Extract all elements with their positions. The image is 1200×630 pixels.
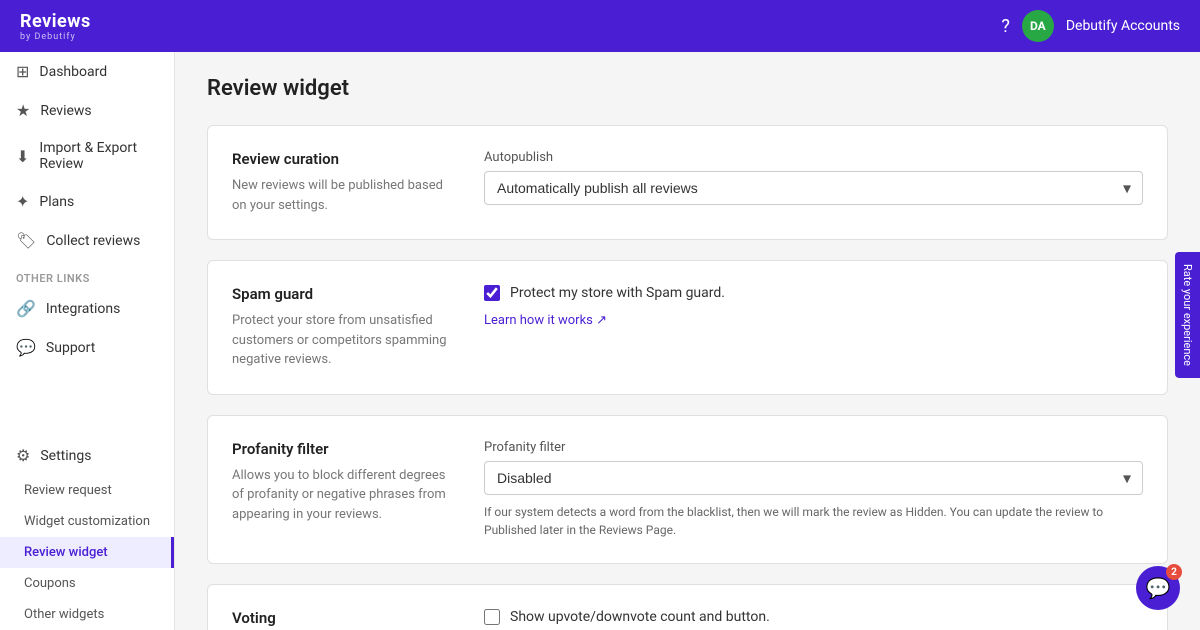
header: Reviews by Debutify ? DA Debutify Accoun… — [0, 0, 1200, 52]
section-voting: Voting Allows users to upvote and downvo… — [207, 584, 1168, 630]
upvote-downvote-checkbox[interactable] — [484, 609, 500, 625]
upvote-downvote-label: Show upvote/downvote count and button. — [510, 609, 770, 625]
section-desc: Allows you to block different degrees of… — [232, 466, 452, 525]
dashboard-icon: ⊞ — [16, 62, 29, 81]
sidebar-item-label: Collect reviews — [46, 233, 140, 249]
autopublish-select-wrap: Automatically publish all reviews Manual… — [484, 171, 1143, 205]
sidebar-item-label: Integrations — [46, 301, 120, 317]
sidebar-item-label: Settings — [40, 448, 91, 464]
sidebar-item-label: Support — [46, 340, 95, 356]
page-title: Review widget — [207, 76, 1168, 101]
account-name: Debutify Accounts — [1066, 18, 1180, 34]
header-right: ? DA Debutify Accounts — [1001, 10, 1180, 42]
logo-title: Reviews — [20, 11, 91, 32]
spam-guard-checkbox-row: Protect my store with Spam guard. — [484, 285, 1143, 301]
autopublish-label: Autopublish — [484, 150, 1143, 165]
chat-icon: 💬 — [1146, 576, 1171, 600]
sidebar-subitem-other-widgets[interactable]: Other widgets — [0, 599, 174, 630]
settings-icon: ⚙ — [16, 446, 30, 465]
avatar: DA — [1022, 10, 1054, 42]
sidebar-item-settings[interactable]: ⚙ Settings — [0, 436, 174, 475]
plans-icon: ✦ — [16, 192, 29, 211]
section-title: Voting — [232, 609, 452, 627]
sidebar-item-support[interactable]: 💬 Support — [0, 328, 174, 367]
sidebar-item-import-export[interactable]: ⬇ Import & Export Review — [0, 130, 174, 182]
sidebar: ⊞ Dashboard ★ Reviews ⬇ Import & Export … — [0, 52, 175, 630]
section-left: Profanity filter Allows you to block dif… — [232, 440, 452, 539]
sidebar-item-label: Dashboard — [39, 64, 107, 80]
sidebar-subitem-review-request[interactable]: Review request — [0, 475, 174, 506]
section-spam-guard: Spam guard Protect your store from unsat… — [207, 260, 1168, 395]
sidebar-item-dashboard[interactable]: ⊞ Dashboard — [0, 52, 174, 91]
section-right: Autopublish Automatically publish all re… — [484, 150, 1143, 215]
chat-badge: 2 — [1166, 564, 1182, 580]
other-links-label: OTHER LINKS — [0, 260, 174, 289]
help-icon[interactable]: ? — [1001, 16, 1010, 37]
section-title: Profanity filter — [232, 440, 452, 458]
section-right: Protect my store with Spam guard. Learn … — [484, 285, 1143, 370]
feedback-tab[interactable]: Rate your experience — [1175, 252, 1200, 378]
logo-subtitle: by Debutify — [20, 32, 91, 42]
section-desc: New reviews will be published based on y… — [232, 176, 452, 215]
section-left: Spam guard Protect your store from unsat… — [232, 285, 452, 370]
sidebar-subitem-widget-customization[interactable]: Widget customization — [0, 506, 174, 537]
layout: ⊞ Dashboard ★ Reviews ⬇ Import & Export … — [0, 52, 1200, 630]
voting-checkbox-row-1: Show upvote/downvote count and button. — [484, 609, 1143, 625]
sidebar-item-label: Import & Export Review — [39, 140, 158, 172]
section-left: Review curation New reviews will be publ… — [232, 150, 452, 215]
sidebar-item-integrations[interactable]: 🔗 Integrations — [0, 289, 174, 328]
sidebar-item-collect-reviews[interactable]: 🏷 Collect reviews — [0, 221, 174, 260]
integrations-icon: 🔗 — [16, 299, 36, 318]
learn-how-link[interactable]: Learn how it works ↗ — [484, 313, 607, 328]
sidebar-subitem-review-widget[interactable]: Review widget — [0, 537, 174, 568]
collect-icon: 🏷 — [16, 231, 36, 250]
section-review-curation: Review curation New reviews will be publ… — [207, 125, 1168, 240]
section-right: Profanity filter Disabled Low Medium Hig… — [484, 440, 1143, 539]
spam-guard-label: Protect my store with Spam guard. — [510, 285, 725, 301]
section-right: Show upvote/downvote count and button. S… — [484, 609, 1143, 630]
reviews-icon: ★ — [16, 101, 30, 120]
section-desc: Protect your store from unsatisfied cust… — [232, 311, 452, 370]
section-title: Spam guard — [232, 285, 452, 303]
main-content: Review widget Review curation New review… — [175, 52, 1200, 630]
profanity-filter-label: Profanity filter — [484, 440, 1143, 455]
sidebar-subitem-coupons[interactable]: Coupons — [0, 568, 174, 599]
sidebar-item-label: Plans — [39, 194, 74, 210]
chat-bubble[interactable]: 💬 2 — [1136, 566, 1180, 610]
section-title: Review curation — [232, 150, 452, 168]
import-icon: ⬇ — [16, 147, 29, 166]
section-profanity-filter: Profanity filter Allows you to block dif… — [207, 415, 1168, 564]
autopublish-select[interactable]: Automatically publish all reviews Manual… — [484, 171, 1143, 205]
sidebar-item-plans[interactable]: ✦ Plans — [0, 182, 174, 221]
section-left: Voting Allows users to upvote and downvo… — [232, 609, 452, 630]
profanity-hint: If our system detects a word from the bl… — [484, 503, 1143, 539]
sidebar-item-reviews[interactable]: ★ Reviews — [0, 91, 174, 130]
sidebar-item-label: Reviews — [40, 103, 91, 119]
spam-guard-checkbox[interactable] — [484, 285, 500, 301]
logo: Reviews by Debutify — [20, 11, 91, 42]
support-icon: 💬 — [16, 338, 36, 357]
profanity-select[interactable]: Disabled Low Medium High — [484, 461, 1143, 495]
profanity-select-wrap: Disabled Low Medium High — [484, 461, 1143, 495]
